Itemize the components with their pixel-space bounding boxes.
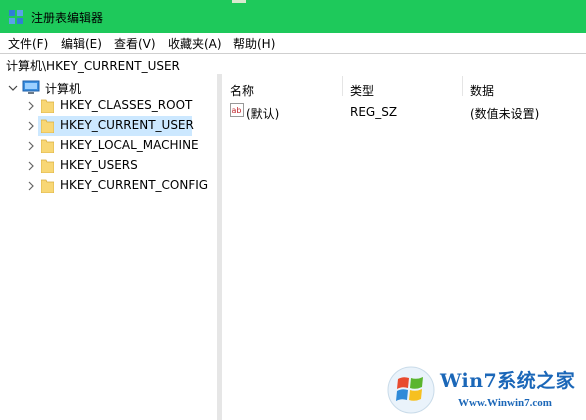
folder-icon xyxy=(40,178,55,194)
windows-logo-icon xyxy=(386,365,436,415)
folder-icon xyxy=(40,158,55,174)
value-type: REG_SZ xyxy=(350,105,398,119)
menu-help[interactable]: 帮助(H) xyxy=(233,35,275,52)
chevron-right-icon[interactable] xyxy=(26,121,36,131)
title-bar-divider xyxy=(232,0,246,3)
menu-edit[interactable]: 编辑(E) xyxy=(61,35,102,52)
menu-favorites[interactable]: 收藏夹(A) xyxy=(168,35,222,52)
chevron-down-icon[interactable] xyxy=(8,83,18,93)
folder-icon xyxy=(40,98,55,114)
menu-bar: 文件(F) 编辑(E) 查看(V) 收藏夹(A) 帮助(H) xyxy=(0,33,586,53)
registry-editor-icon xyxy=(8,9,24,25)
tree-pane[interactable]: 计算机 HKEY_CLASSES_ROOT HKEY_CURRENT_USER … xyxy=(0,74,217,420)
value-name: (默认) xyxy=(246,107,280,121)
watermark-url: Www.Winwin7.com xyxy=(458,397,552,409)
value-data: (数值未设置) xyxy=(470,107,540,121)
folder-icon xyxy=(40,138,55,154)
chevron-right-icon[interactable] xyxy=(26,181,36,191)
tree-node-label: HKEY_CLASSES_ROOT xyxy=(60,98,193,112)
tree-node-label: HKEY_CURRENT_USER xyxy=(60,118,194,132)
string-value-icon: ab xyxy=(230,103,244,117)
watermark-brand: Win7系统之家 xyxy=(440,370,576,392)
window-title: 注册表编辑器 xyxy=(31,11,104,25)
menu-file[interactable]: 文件(F) xyxy=(8,35,48,52)
title-bar[interactable]: 注册表编辑器 xyxy=(0,0,586,33)
address-bar[interactable]: 计算机\HKEY_CURRENT_USER xyxy=(0,53,586,75)
address-path[interactable]: 计算机\HKEY_CURRENT_USER xyxy=(6,57,180,74)
tree-node-hkcc[interactable]: HKEY_CURRENT_CONFIG xyxy=(0,176,217,196)
tree-node-computer[interactable]: 计算机 xyxy=(0,78,217,98)
column-divider[interactable] xyxy=(462,76,463,96)
tree-node-hkcr[interactable]: HKEY_CLASSES_ROOT xyxy=(0,96,217,116)
tree-node-label: HKEY_CURRENT_CONFIG xyxy=(60,178,209,192)
svg-text:ab: ab xyxy=(232,106,242,115)
column-divider[interactable] xyxy=(342,76,343,96)
tree-node-label: 计算机 xyxy=(45,82,82,96)
chevron-right-icon[interactable] xyxy=(26,161,36,171)
column-header-type[interactable]: 类型 xyxy=(350,82,374,99)
tree-node-hku[interactable]: HKEY_USERS xyxy=(0,156,217,176)
column-header-name[interactable]: 名称 xyxy=(230,82,254,99)
column-header-data[interactable]: 数据 xyxy=(470,82,494,99)
tree-node-label: HKEY_USERS xyxy=(60,158,138,172)
folder-icon xyxy=(40,118,55,134)
chevron-right-icon[interactable] xyxy=(26,141,36,151)
tree-node-label: HKEY_LOCAL_MACHINE xyxy=(60,138,199,152)
tree-node-hkcu[interactable]: HKEY_CURRENT_USER xyxy=(38,116,194,136)
tree-node-hklm[interactable]: HKEY_LOCAL_MACHINE xyxy=(0,136,217,156)
computer-icon xyxy=(22,80,40,95)
chevron-right-icon[interactable] xyxy=(26,101,36,111)
menu-view[interactable]: 查看(V) xyxy=(114,35,156,52)
